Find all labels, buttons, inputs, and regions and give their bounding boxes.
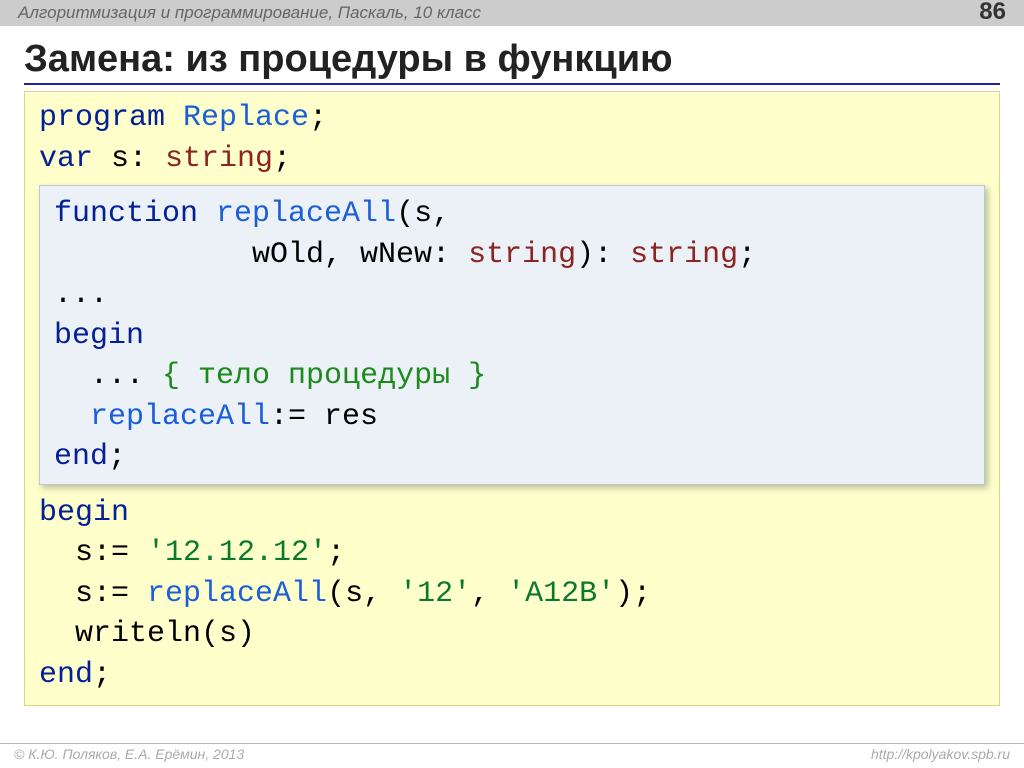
function-call: replaceAll [147,577,327,611]
function-name: replaceAll [90,400,270,434]
code-line: var s: string; [39,139,985,180]
function-name: replaceAll [198,197,396,231]
text: wOld, wNew: [54,238,468,272]
keyword-begin: begin [54,319,144,353]
title-underline [24,83,1000,85]
text: ; [327,536,345,570]
outer-code-block: program Replace; var s: string; function… [24,91,1000,706]
keyword-begin: begin [39,496,129,530]
text: ; [273,142,291,176]
code-line: program Replace; [39,98,985,139]
text: ; [108,440,126,474]
text: ; [309,101,327,135]
text: s: [93,142,165,176]
course-label: Алгоритмизация и программирование, Паска… [18,3,481,23]
string-literal: '12.12.12' [147,536,327,570]
header-bar: Алгоритмизация и программирование, Паска… [0,0,1024,26]
website-url: http://kpolyakov.spb.ru [871,746,1010,763]
string-literal: 'A12B' [507,577,615,611]
text: (s, [327,577,399,611]
text: := res [270,400,378,434]
text: , [471,577,507,611]
code-line: ... { тело процедуры } [54,356,970,397]
comment: { тело процедуры } [162,359,486,393]
text: ): [576,238,630,272]
page-number: 86 [979,0,1006,26]
keyword-end: end [39,658,93,692]
code-line: s:= '12.12.12'; [39,533,985,574]
code-line: s:= replaceAll(s, '12', 'A12B'); [39,574,985,615]
code-line: function replaceAll(s, [54,194,970,235]
text: s:= [39,577,147,611]
program-name: Replace [165,101,309,135]
keyword-function: function [54,197,198,231]
text: ; [93,658,111,692]
type-string: string [630,238,738,272]
code-line: begin [39,493,985,534]
keyword-end: end [54,440,108,474]
text: s:= [39,536,147,570]
code-line: begin [54,316,970,357]
code-line: ... [54,275,970,316]
type-string: string [468,238,576,272]
code-line: end; [39,655,985,696]
keyword-program: program [39,101,165,135]
slide-body: Замена: из процедуры в функцию program R… [0,26,1024,706]
type-string: string [165,142,273,176]
slide-title: Замена: из процедуры в функцию [24,38,1000,81]
code-line: wOld, wNew: string): string; [54,235,970,276]
text: (s, [396,197,450,231]
text [54,400,90,434]
code-line: replaceAll:= res [54,397,970,438]
inner-code-block: function replaceAll(s, wOld, wNew: strin… [39,185,985,485]
copyright: © К.Ю. Поляков, Е.А. Ерёмин, 2013 [14,746,244,763]
text: ; [738,238,756,272]
footer: © К.Ю. Поляков, Е.А. Ерёмин, 2013 http:/… [0,743,1024,763]
string-literal: '12' [399,577,471,611]
code-line: end; [54,437,970,478]
text: ); [615,577,651,611]
code-line: writeln(s) [39,614,985,655]
keyword-var: var [39,142,93,176]
text: ... [54,359,162,393]
